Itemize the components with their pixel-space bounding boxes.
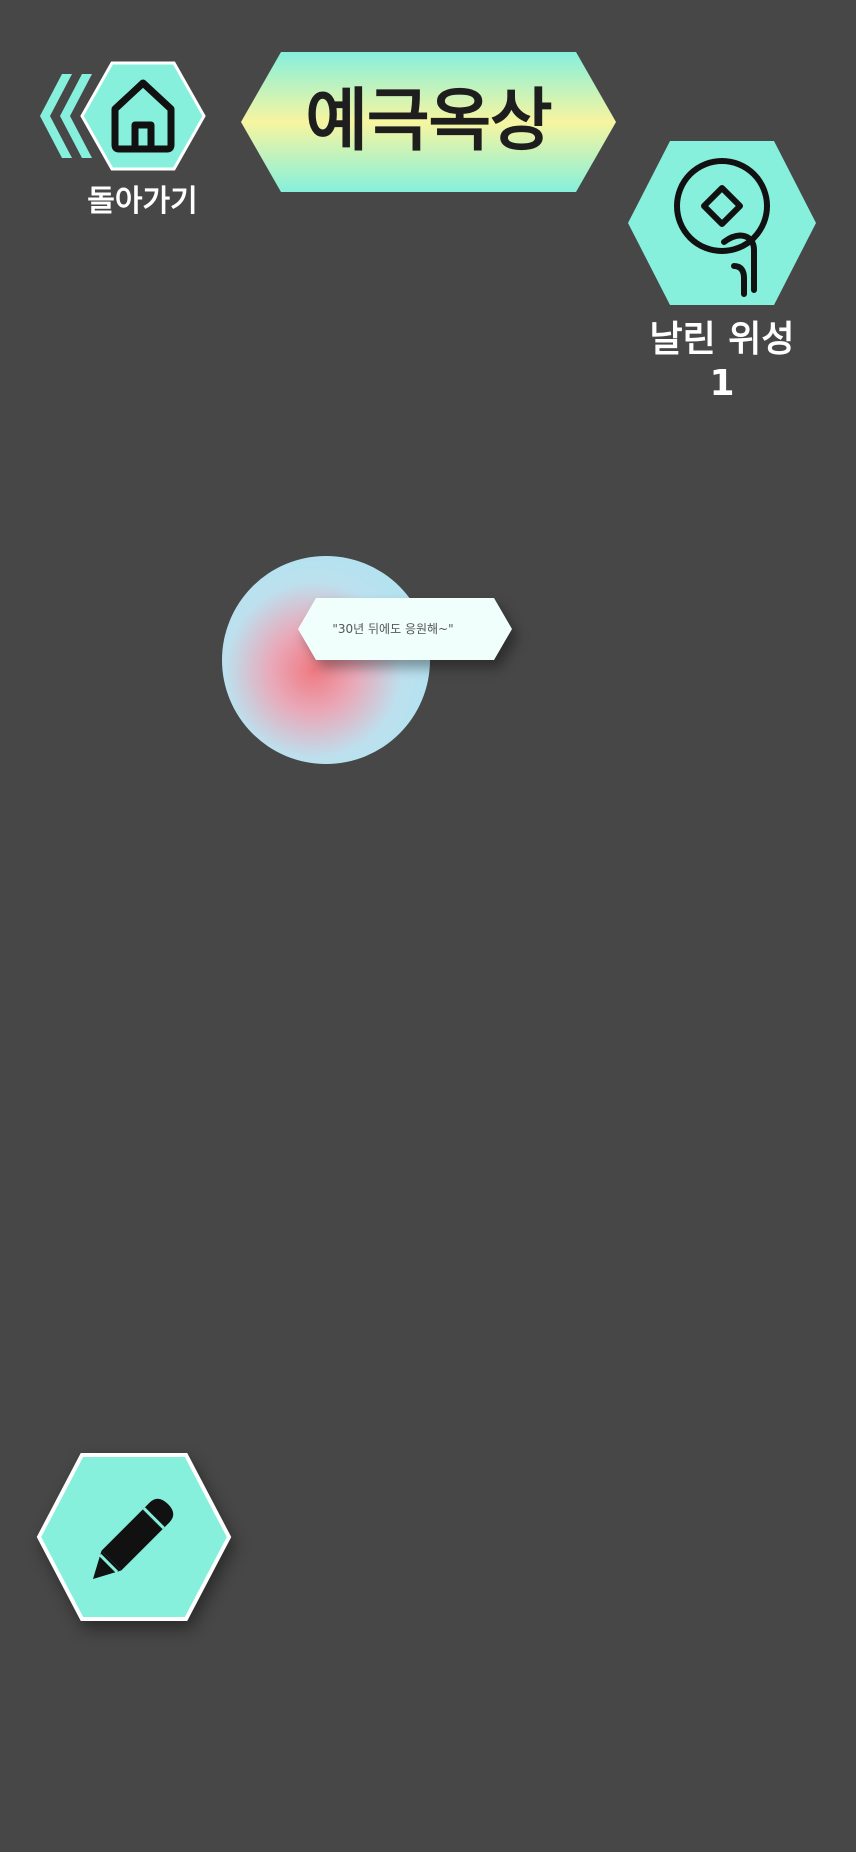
home-button[interactable]	[80, 61, 206, 171]
satellite-label: 날린 위성	[649, 319, 795, 360]
screen: 돌아가기 예극옥상 날린 위성 1 "30년 뒤에도 응원해~"	[0, 0, 856, 1852]
satellite-orb[interactable]	[222, 556, 430, 764]
back-label[interactable]: 돌아가기	[60, 176, 225, 220]
page-title: 예극옥상	[305, 82, 552, 161]
write-button[interactable]	[36, 1452, 232, 1622]
message-text: "30년 뒤에도 응원해~"	[332, 622, 454, 636]
satellite-button[interactable]	[626, 138, 818, 308]
message-bubble[interactable]: "30년 뒤에도 응원해~"	[298, 598, 512, 660]
satellite-count: 1	[709, 363, 735, 404]
